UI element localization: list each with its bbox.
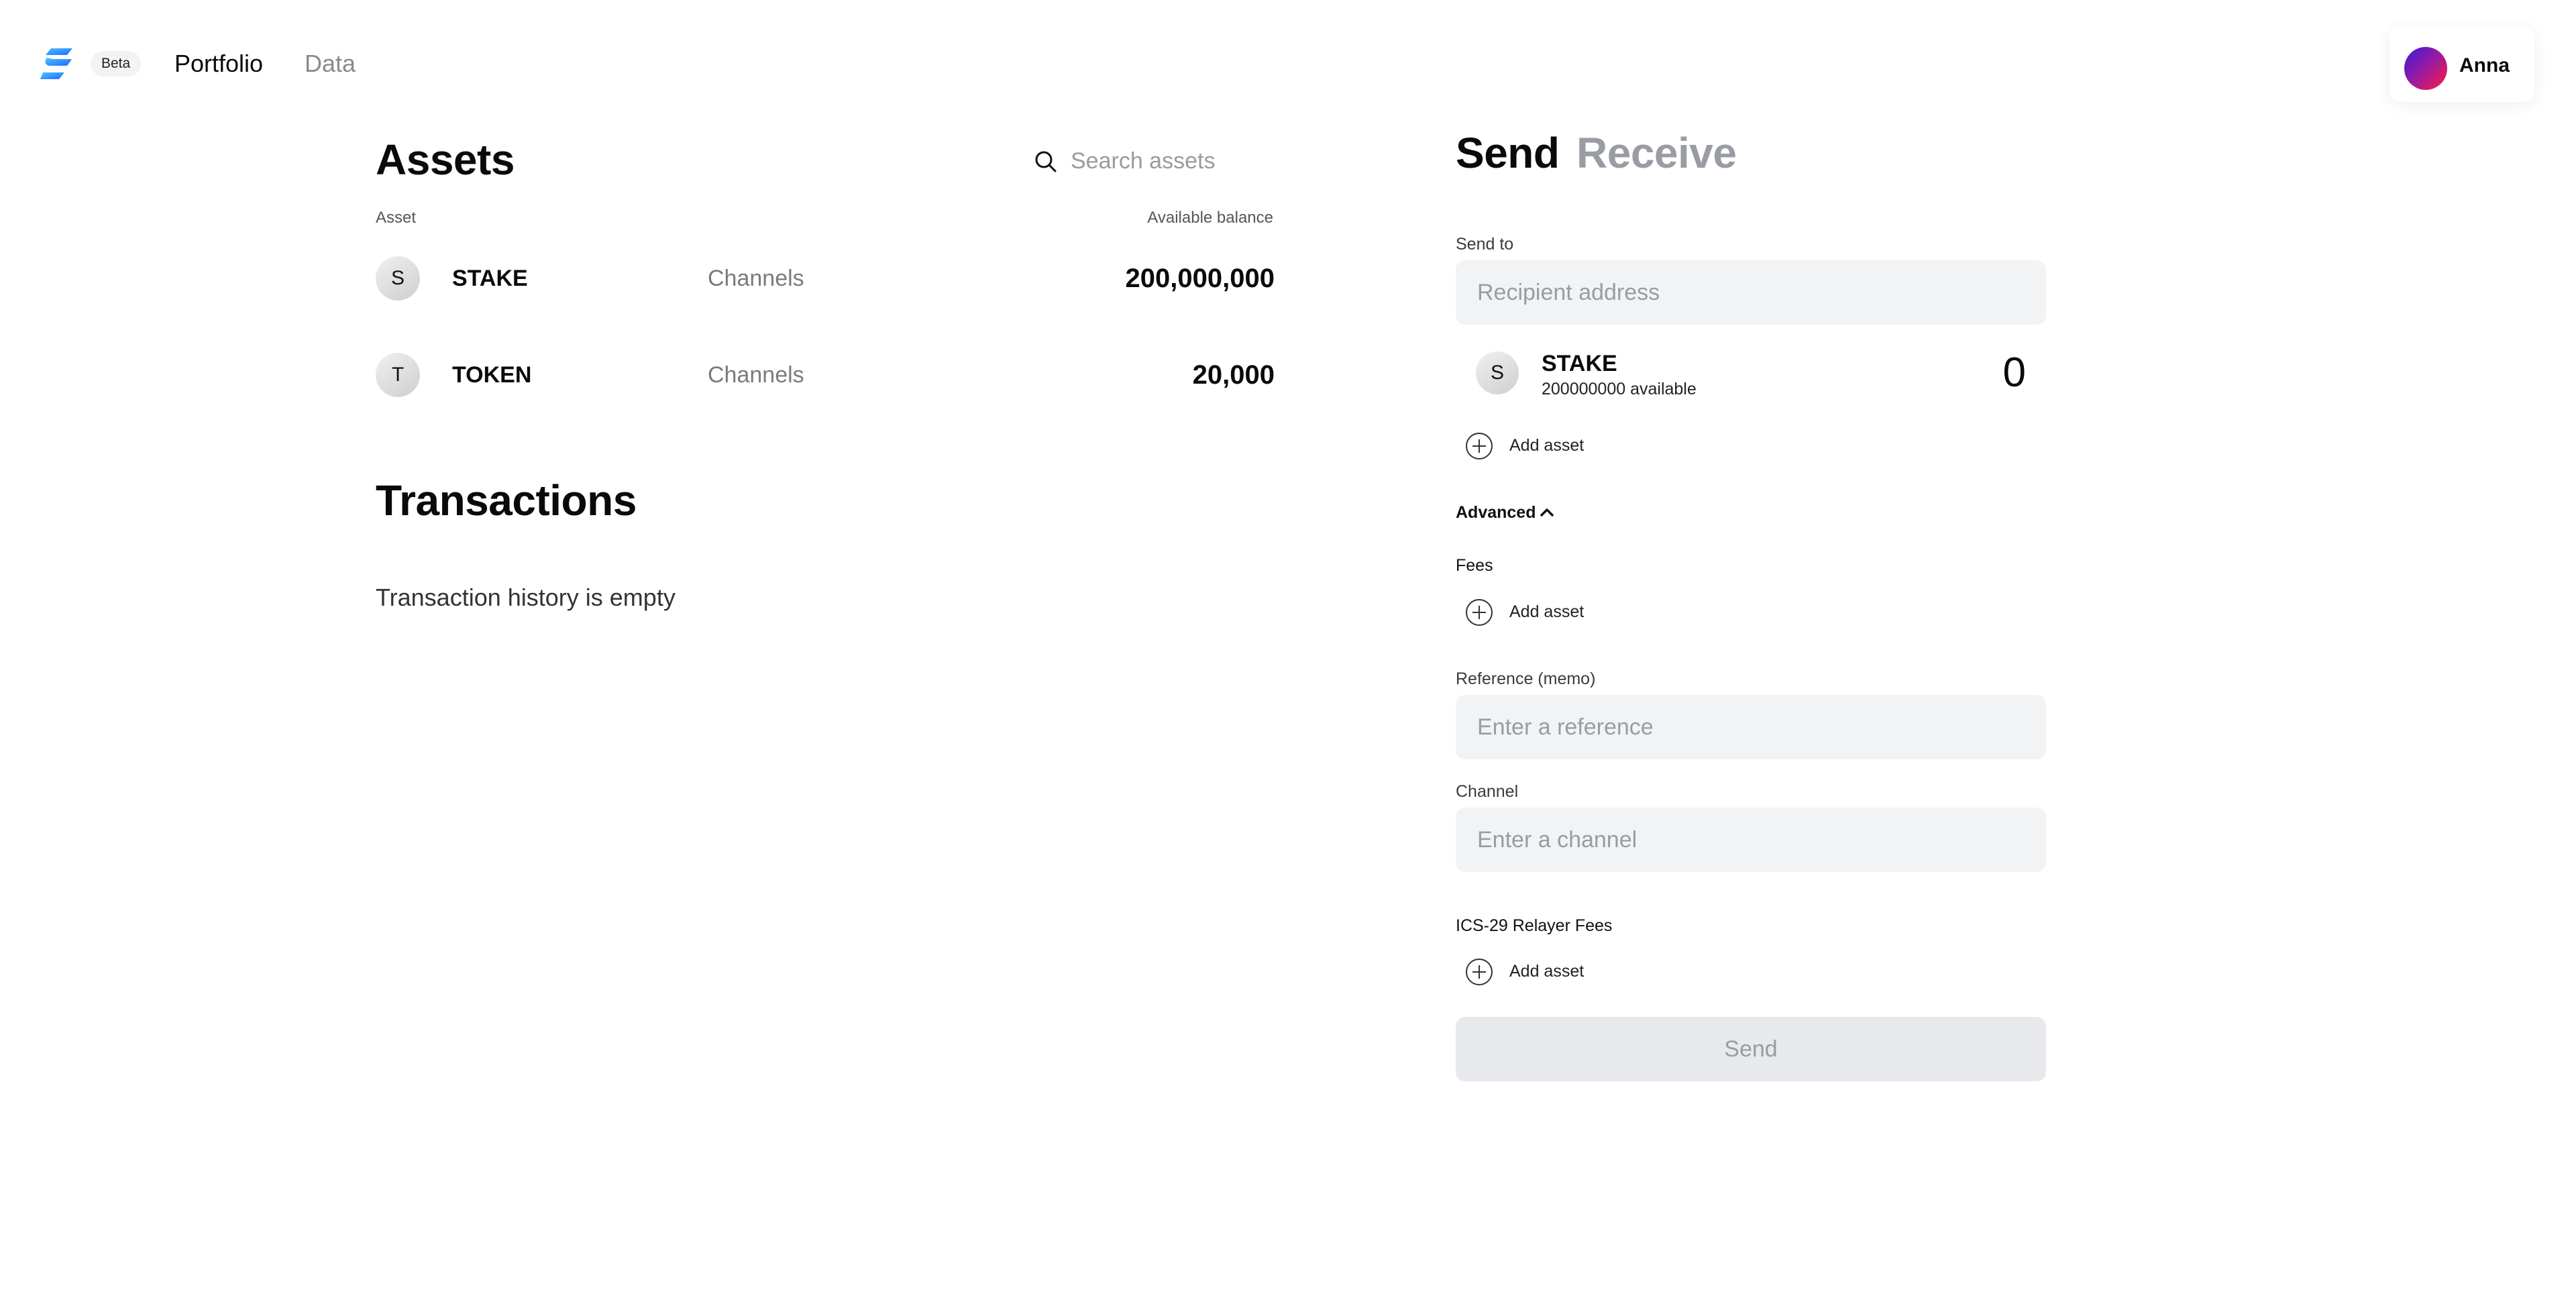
asset-balance: 200,000,000 [1125, 264, 1275, 293]
advanced-label: Advanced [1456, 503, 1536, 522]
transactions-title: Transactions [376, 476, 637, 525]
column-header-balance: Available balance [1147, 209, 1273, 227]
asset-balance: 20,000 [1192, 360, 1275, 390]
plus-circle-icon [1466, 599, 1493, 626]
plus-circle-icon [1466, 433, 1493, 459]
send-to-label: Send to [1456, 235, 1514, 254]
avatar [2404, 47, 2447, 90]
channel-label: Channel [1456, 782, 1519, 801]
plus-circle-icon [1466, 959, 1493, 985]
nav-data[interactable]: Data [305, 48, 356, 79]
add-asset-label: Add asset [1509, 436, 1585, 455]
transactions-empty-text: Transaction history is empty [376, 584, 676, 611]
selected-asset-available: 200000000 available [1542, 380, 1697, 398]
asset-channels-link[interactable]: Channels [708, 360, 804, 390]
reference-label: Reference (memo) [1456, 669, 1596, 688]
asset-avatar: S [376, 256, 420, 301]
selected-asset: S STAKE 200000000 available 0 [1476, 346, 2026, 406]
tab-receive[interactable]: Receive [1576, 127, 1737, 178]
search-icon [1035, 151, 1057, 172]
asset-row-token[interactable]: T TOKEN Channels 20,000 [376, 345, 1275, 405]
reference-input[interactable] [1456, 695, 2046, 759]
add-fee-asset-button[interactable]: Add asset [1465, 597, 1666, 626]
send-amount-input[interactable]: 0 [2003, 346, 2026, 400]
send-button[interactable]: Send [1456, 1017, 2046, 1081]
recipient-address-input[interactable] [1456, 260, 2046, 325]
selected-asset-name: STAKE [1542, 351, 1617, 376]
channel-input[interactable] [1456, 808, 2046, 872]
asset-avatar: T [376, 353, 420, 397]
asset-avatar: S [1476, 351, 1519, 394]
asset-search[interactable] [1033, 146, 1275, 176]
search-input[interactable] [1071, 146, 1272, 176]
asset-name: STAKE [452, 266, 528, 291]
asset-name: TOKEN [452, 362, 532, 388]
add-asset-label: Add asset [1509, 962, 1585, 981]
add-relayer-fee-asset-button[interactable]: Add asset [1465, 957, 1666, 986]
advanced-toggle[interactable]: Advanced [1456, 500, 1563, 525]
nav-portfolio[interactable]: Portfolio [174, 48, 263, 79]
logo-icon[interactable] [40, 46, 75, 82]
asset-channels-link[interactable]: Channels [708, 263, 804, 294]
user-name: Anna [2459, 54, 2510, 76]
fees-label: Fees [1456, 556, 1493, 575]
top-bar: Beta Portfolio Data Anna [0, 0, 2576, 127]
relayer-fees-label: ICS-29 Relayer Fees [1456, 916, 1613, 935]
add-asset-label: Add asset [1509, 602, 1585, 621]
asset-row-stake[interactable]: S STAKE Channels 200,000,000 [376, 248, 1275, 309]
add-asset-button[interactable]: Add asset [1465, 431, 1666, 460]
beta-badge: Beta [91, 51, 142, 76]
user-menu[interactable]: Anna [2390, 27, 2534, 102]
chevron-up-icon [1540, 508, 1554, 516]
column-header-asset: Asset [376, 209, 417, 227]
tab-send[interactable]: Send [1456, 127, 1560, 178]
assets-title: Assets [376, 135, 515, 184]
